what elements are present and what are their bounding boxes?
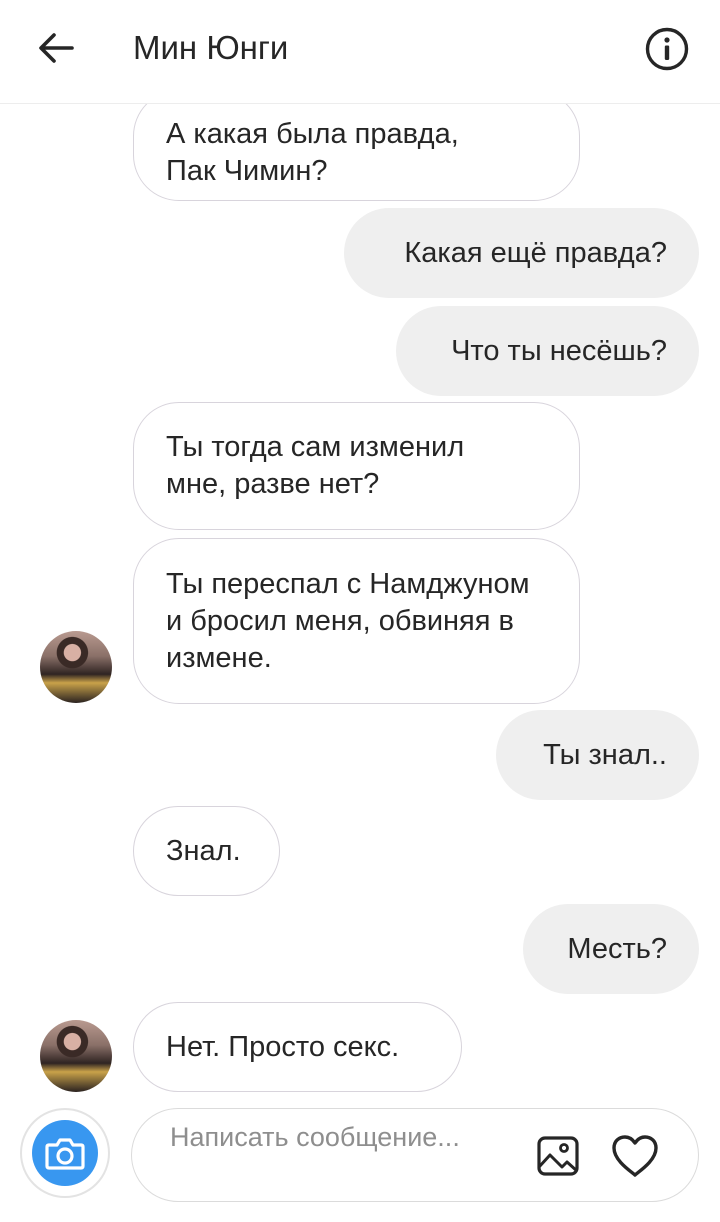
message-text: Какая ещё правда? bbox=[404, 236, 667, 269]
avatar[interactable] bbox=[40, 631, 112, 703]
message-text: Ты переспал с Намджуном и бросил меня, о… bbox=[166, 567, 530, 674]
conversation-title[interactable]: Мин Юнги bbox=[133, 26, 288, 70]
back-button[interactable] bbox=[34, 26, 78, 70]
message-thread: А какая была правда, Пак Чимин? Какая ещ… bbox=[0, 104, 720, 1100]
like-button[interactable] bbox=[610, 1133, 660, 1179]
camera-icon bbox=[45, 1138, 85, 1170]
message-composer bbox=[0, 1100, 720, 1222]
message-outgoing[interactable]: Что ты несёшь? bbox=[396, 306, 699, 396]
message-text: А какая была правда, Пак Чимин? bbox=[166, 117, 459, 187]
message-incoming[interactable]: Знал. bbox=[133, 806, 280, 896]
info-button[interactable] bbox=[644, 26, 690, 72]
message-text: Что ты несёшь? bbox=[451, 334, 667, 367]
message-text: Нет. Просто секс. bbox=[166, 1030, 400, 1063]
message-incoming[interactable]: Нет. Просто секс. bbox=[133, 1002, 462, 1092]
message-incoming[interactable]: А какая была правда, Пак Чимин? bbox=[133, 104, 580, 201]
camera-button[interactable] bbox=[20, 1108, 110, 1198]
message-input[interactable] bbox=[170, 1119, 470, 1193]
image-gallery-icon bbox=[537, 1136, 579, 1176]
info-circle-icon bbox=[645, 27, 689, 71]
message-input-container bbox=[131, 1108, 699, 1202]
chat-header: Мин Юнги bbox=[0, 0, 720, 104]
message-outgoing[interactable]: Какая ещё правда? bbox=[344, 208, 699, 298]
message-incoming[interactable]: Ты тогда сам изменил мне, разве нет? bbox=[133, 402, 580, 530]
message-outgoing[interactable]: Ты знал.. bbox=[496, 710, 699, 800]
avatar[interactable] bbox=[40, 1020, 112, 1092]
gallery-button[interactable] bbox=[535, 1133, 581, 1179]
arrow-left-icon bbox=[39, 33, 74, 63]
message-text: Знал. bbox=[166, 834, 241, 867]
message-text: Ты тогда сам изменил мне, разве нет? bbox=[166, 431, 465, 500]
message-text: Месть? bbox=[567, 932, 667, 965]
message-outgoing[interactable]: Месть? bbox=[523, 904, 699, 994]
heart-icon bbox=[612, 1135, 658, 1177]
message-incoming[interactable]: Ты переспал с Намджуном и бросил меня, о… bbox=[133, 538, 580, 704]
message-text: Ты знал.. bbox=[543, 738, 667, 771]
